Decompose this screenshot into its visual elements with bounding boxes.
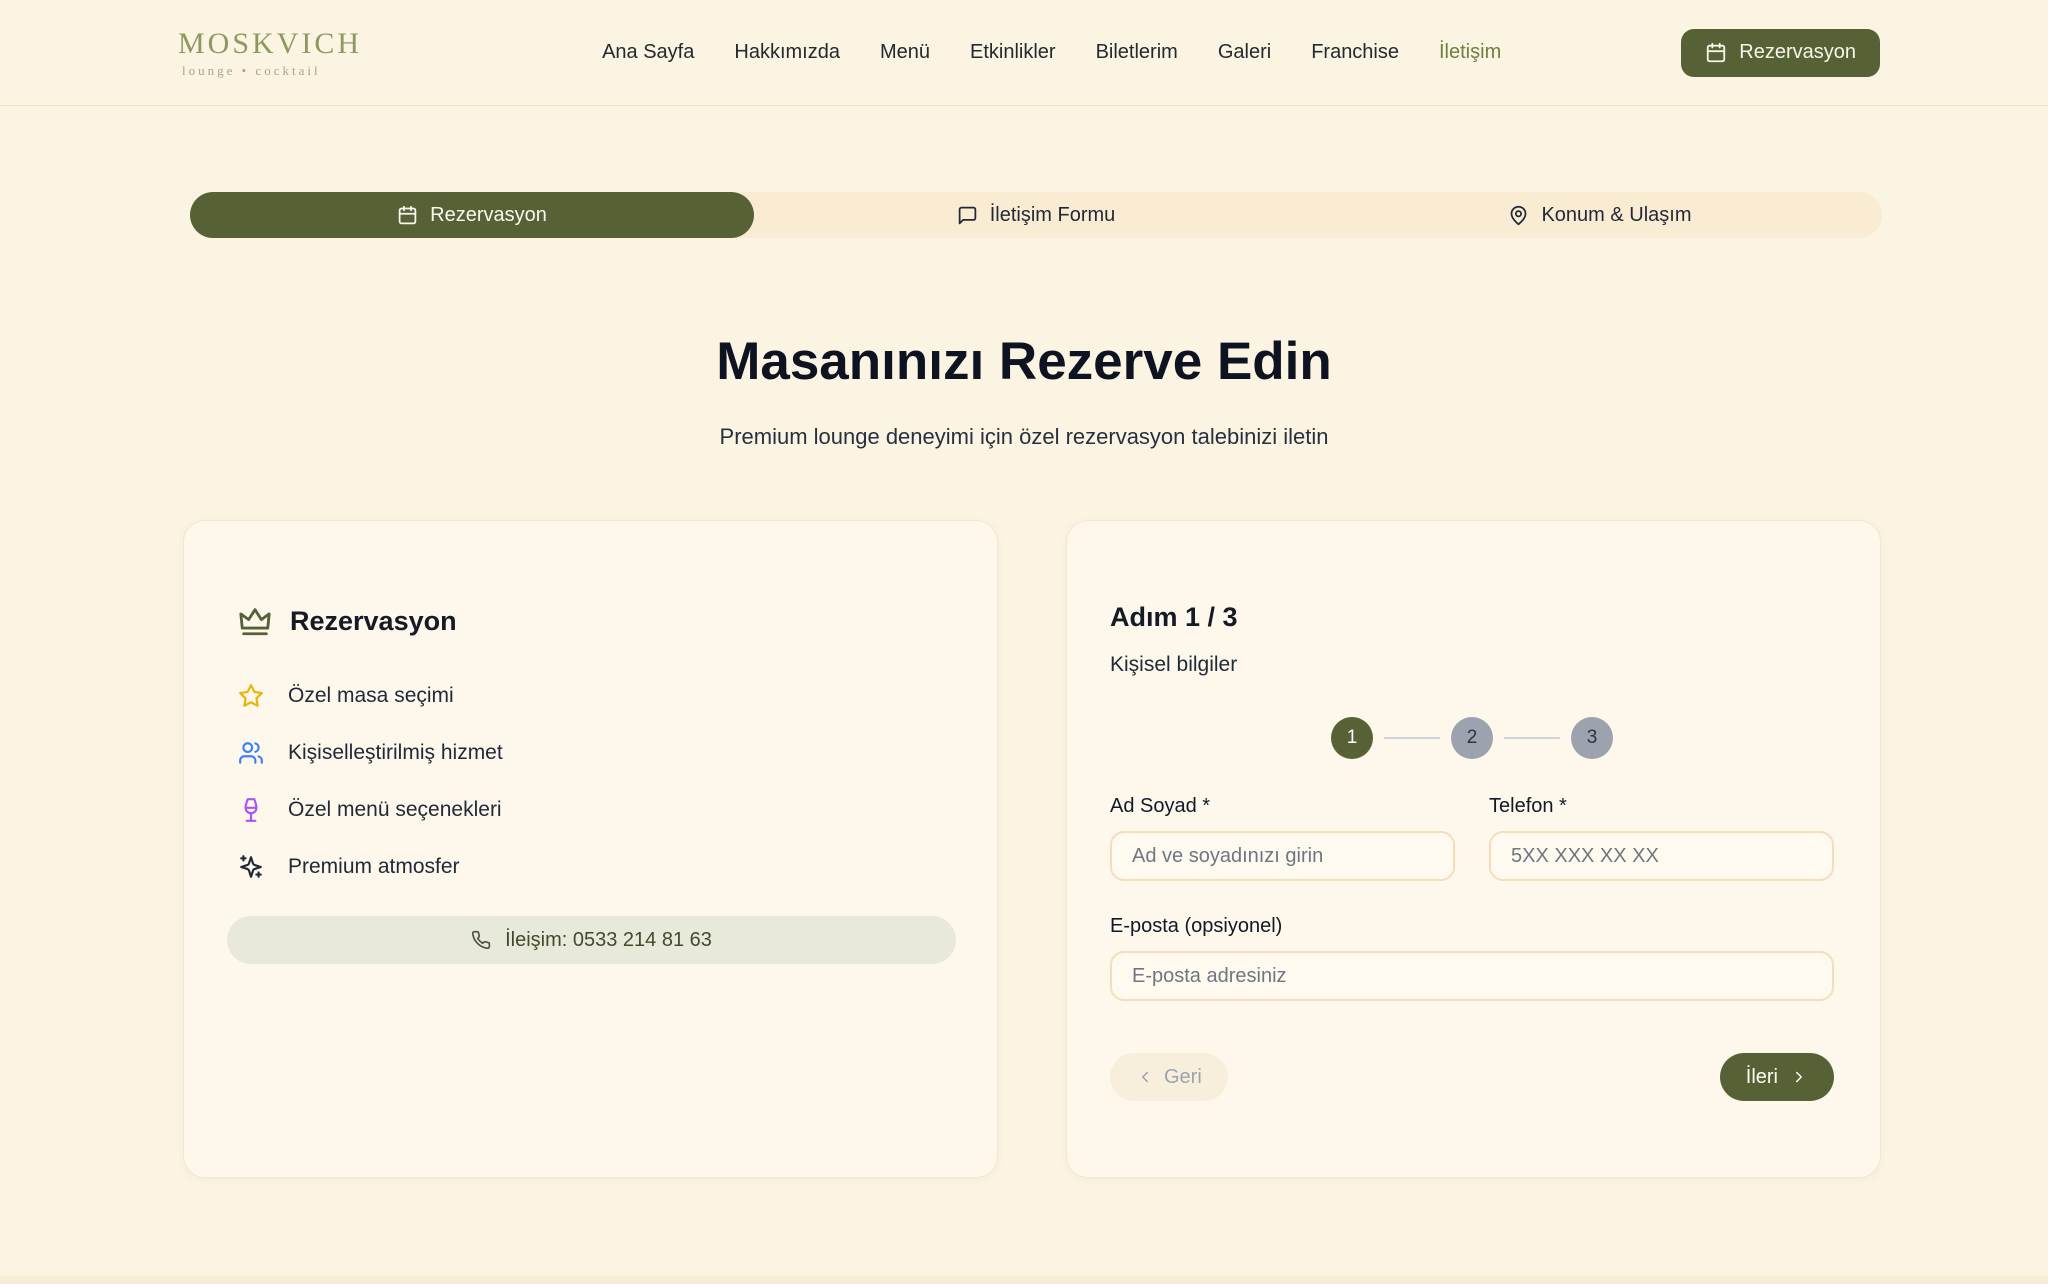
- calendar-icon: [1705, 42, 1727, 64]
- name-field[interactable]: [1110, 831, 1455, 881]
- brand-tagline: lounge • cocktail: [178, 64, 362, 77]
- step-circle-3: 3: [1571, 717, 1613, 759]
- wine-icon: [238, 797, 264, 823]
- name-field-group: Ad Soyad *: [1110, 793, 1455, 881]
- header-reservation-label: Rezervasyon: [1739, 41, 1856, 64]
- crown-icon: [238, 604, 272, 638]
- page-subtitle: Premium lounge deneyimi için özel rezerv…: [0, 422, 2048, 452]
- page-title: Masanınızı Rezerve Edin: [0, 330, 2048, 394]
- chevron-left-icon: [1136, 1068, 1154, 1086]
- email-field-label: E-posta (opsiyonel): [1110, 913, 1834, 939]
- form-row-name-phone: Ad Soyad * Telefon *: [1110, 793, 1834, 881]
- star-icon: [238, 683, 264, 709]
- list-item: Özel masa seçimi: [238, 667, 943, 724]
- info-card-title: Rezervasyon: [290, 606, 457, 637]
- step-circle-2: 2: [1451, 717, 1493, 759]
- feature-label: Premium atmosfer: [288, 855, 460, 879]
- step-title: Adım 1 / 3: [1110, 597, 1834, 637]
- email-field[interactable]: [1110, 951, 1834, 1001]
- contact-phone-text: İleişim: 0533 214 81 63: [505, 929, 712, 952]
- section-tabbar: Rezervasyon İletişim Formu Konum & Ulaşı…: [190, 192, 1882, 238]
- nav-item-hakkimizda[interactable]: Hakkımızda: [734, 41, 840, 64]
- email-field-group: E-posta (opsiyonel): [1110, 913, 1834, 1001]
- phone-field-group: Telefon *: [1489, 793, 1834, 881]
- calendar-icon: [397, 205, 418, 226]
- form-actions: Geri İleri: [1110, 1053, 1834, 1101]
- phone-field[interactable]: [1489, 831, 1834, 881]
- back-button[interactable]: Geri: [1110, 1053, 1228, 1101]
- step-connector: [1384, 737, 1440, 739]
- next-button-label: İleri: [1746, 1066, 1778, 1089]
- brand-logo[interactable]: MOSKVICH lounge • cocktail: [178, 29, 362, 77]
- header: MOSKVICH lounge • cocktail Ana Sayfa Hak…: [0, 0, 2048, 106]
- reservation-form-card: Adım 1 / 3 Kişisel bilgiler 1 2 3 Ad Soy…: [1066, 520, 1881, 1178]
- step-circle-1: 1: [1331, 717, 1373, 759]
- step-connector: [1504, 737, 1560, 739]
- chat-icon: [957, 205, 978, 226]
- feature-label: Kişiselleştirilmiş hizmet: [288, 741, 503, 765]
- nav-item-ana-sayfa[interactable]: Ana Sayfa: [602, 41, 694, 64]
- name-field-label: Ad Soyad *: [1110, 793, 1455, 819]
- nav-item-franchise[interactable]: Franchise: [1311, 41, 1399, 64]
- back-button-label: Geri: [1164, 1066, 1202, 1089]
- next-button[interactable]: İleri: [1720, 1053, 1834, 1101]
- feature-label: Özel menü seçenekleri: [288, 798, 502, 822]
- list-item: Özel menü seçenekleri: [238, 781, 943, 838]
- brand-name: MOSKVICH: [178, 29, 362, 59]
- feature-label: Özel masa seçimi: [288, 684, 454, 708]
- phone-field-label: Telefon *: [1489, 793, 1834, 819]
- header-reservation-button[interactable]: Rezervasyon: [1681, 29, 1880, 77]
- map-pin-icon: [1508, 205, 1529, 226]
- footer-strip: [0, 1276, 2048, 1284]
- reservation-info-card: Rezervasyon Özel masa seçimi Kişiselleşt…: [183, 520, 998, 1178]
- list-item: Premium atmosfer: [238, 838, 943, 895]
- main-nav: Ana Sayfa Hakkımızda Menü Etkinlikler Bi…: [602, 41, 1501, 64]
- nav-item-menu[interactable]: Menü: [880, 41, 930, 64]
- tab-rezervasyon[interactable]: Rezervasyon: [190, 192, 754, 238]
- nav-item-biletlerim[interactable]: Biletlerim: [1096, 41, 1178, 64]
- sparkles-icon: [238, 854, 264, 880]
- tab-label: Rezervasyon: [430, 204, 547, 227]
- users-icon: [238, 740, 264, 766]
- info-card-header: Rezervasyon: [238, 601, 943, 641]
- tab-label: İletişim Formu: [990, 204, 1116, 227]
- tab-iletisim-formu[interactable]: İletişim Formu: [754, 192, 1318, 238]
- tab-konum-ulasim[interactable]: Konum & Ulaşım: [1318, 192, 1882, 238]
- phone-icon: [471, 930, 491, 950]
- nav-item-etkinlikler[interactable]: Etkinlikler: [970, 41, 1056, 64]
- nav-item-galeri[interactable]: Galeri: [1218, 41, 1271, 64]
- tab-label: Konum & Ulaşım: [1541, 204, 1691, 227]
- step-indicator: 1 2 3: [1110, 717, 1834, 759]
- contact-phone-pill: İleişim: 0533 214 81 63: [227, 916, 956, 964]
- list-item: Kişiselleştirilmiş hizmet: [238, 724, 943, 781]
- step-subtitle: Kişisel bilgiler: [1110, 651, 1834, 679]
- nav-item-iletisim[interactable]: İletişim: [1439, 41, 1501, 64]
- feature-list: Özel masa seçimi Kişiselleştirilmiş hizm…: [238, 667, 943, 895]
- chevron-right-icon: [1790, 1068, 1808, 1086]
